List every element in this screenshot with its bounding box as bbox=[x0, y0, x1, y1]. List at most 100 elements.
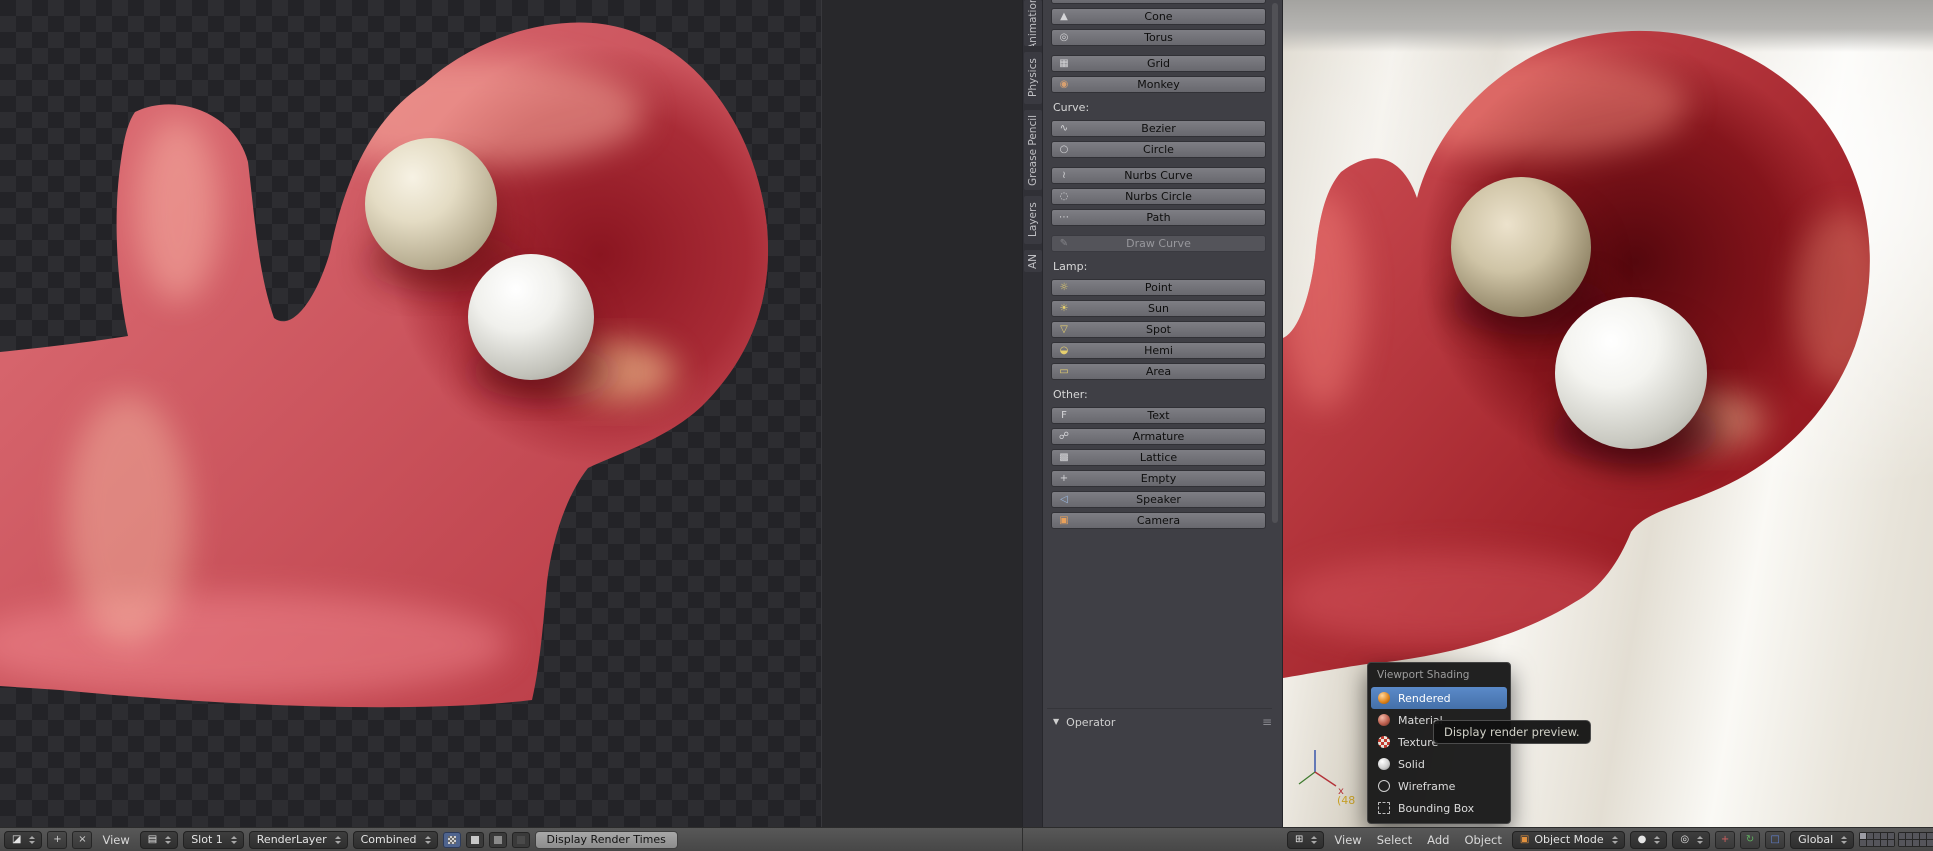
mode-selector[interactable]: ▣ Object Mode bbox=[1511, 830, 1625, 849]
shelf-scrollbar[interactable] bbox=[1272, 3, 1278, 523]
image-browse-icon: ▤ bbox=[147, 833, 158, 845]
object-menu[interactable]: Object bbox=[1459, 833, 1506, 847]
tab-physics[interactable]: Physics bbox=[1024, 52, 1042, 104]
point-lamp-button[interactable]: ☼ Point bbox=[1051, 279, 1266, 296]
lattice-button[interactable]: ▩ Lattice bbox=[1051, 449, 1266, 466]
cream-sphere-render bbox=[365, 138, 497, 270]
transform-orientation-selector[interactable]: Global bbox=[1790, 830, 1855, 849]
manipulator-rotate-toggle[interactable]: ↻ bbox=[1740, 830, 1761, 849]
tab-grease-pencil[interactable]: Grease Pencil bbox=[1024, 110, 1042, 190]
white-sphere-object[interactable] bbox=[1555, 297, 1707, 449]
shading-option-rendered[interactable]: Rendered bbox=[1371, 687, 1507, 709]
torus-button[interactable]: ◎ Torus bbox=[1051, 29, 1266, 46]
path-button[interactable]: ⋯ Path bbox=[1051, 209, 1266, 226]
hemi-lamp-button[interactable]: ◒ Hemi bbox=[1051, 342, 1266, 359]
beige-sphere-object[interactable] bbox=[1451, 177, 1591, 317]
image-browse-selector[interactable]: ▤ bbox=[139, 830, 179, 849]
shading-option-wireframe[interactable]: Wireframe bbox=[1371, 775, 1507, 797]
curve-section-label: Curve: bbox=[1053, 101, 1090, 114]
speaker-icon: ◁ bbox=[1060, 493, 1068, 505]
manipulator-translate-toggle[interactable]: + bbox=[1715, 830, 1736, 849]
armature-button[interactable]: ☍ Armature bbox=[1051, 428, 1266, 445]
editor-type-selector[interactable]: ⊞ bbox=[1287, 830, 1325, 849]
nurbs-circle-button[interactable]: ◌ Nurbs Circle bbox=[1051, 188, 1266, 205]
tab-animation[interactable]: Animation bbox=[1024, 0, 1042, 46]
draw-curve-button: ✎ Draw Curve bbox=[1051, 235, 1266, 252]
area-lamp-button[interactable]: ▭ Area bbox=[1051, 363, 1266, 380]
viewport-3d[interactable]: x (48 Viewport Shading Rendered Material… bbox=[1282, 0, 1933, 827]
bezier-button[interactable]: ∿ Bezier bbox=[1051, 120, 1266, 137]
tooltip: Display render preview. bbox=[1433, 720, 1591, 744]
sun-lamp-button[interactable]: ☀ Sun bbox=[1051, 300, 1266, 317]
color-alpha-channel-toggle[interactable] bbox=[442, 831, 461, 848]
dropdown-chevron-icon bbox=[1841, 835, 1848, 844]
manipulator-scale-toggle[interactable]: □ bbox=[1765, 830, 1786, 849]
empty-button[interactable]: + Empty bbox=[1051, 470, 1266, 487]
sun-lamp-icon: ☀ bbox=[1059, 302, 1069, 314]
camera-button[interactable]: ▣ Camera bbox=[1051, 512, 1266, 529]
material-shading-icon bbox=[1378, 714, 1390, 726]
operator-panel-header[interactable]: ▼ Operator ≡ bbox=[1053, 712, 1272, 732]
viewport-shading-selector[interactable]: ● bbox=[1629, 830, 1668, 849]
tab-an[interactable]: AN bbox=[1024, 250, 1042, 272]
render-layer-selector[interactable]: RenderLayer bbox=[248, 830, 348, 849]
add-menu[interactable]: Add bbox=[1422, 833, 1454, 847]
slot-selector[interactable]: Slot 1 bbox=[183, 830, 244, 849]
nurbs-curve-button[interactable]: ≀ Nurbs Curve bbox=[1051, 167, 1266, 184]
armature-icon: ☍ bbox=[1058, 430, 1070, 442]
cone-icon: ▲ bbox=[1060, 10, 1068, 22]
object-mode-cube-icon: ▣ bbox=[1519, 833, 1530, 845]
scale-manipulator-icon: □ bbox=[1770, 833, 1780, 845]
display-render-times-button[interactable]: Display Render Times bbox=[534, 830, 678, 849]
spot-lamp-button[interactable]: ▽ Spot bbox=[1051, 321, 1266, 338]
image-editor-area[interactable] bbox=[0, 0, 1022, 827]
bezier-curve-icon: ∿ bbox=[1059, 122, 1069, 134]
view-menu[interactable]: View bbox=[97, 833, 134, 847]
render-pass-selector[interactable]: Combined bbox=[352, 830, 438, 849]
view-menu[interactable]: View bbox=[1329, 833, 1366, 847]
translate-manipulator-icon: + bbox=[1720, 833, 1730, 845]
x-icon: × bbox=[78, 833, 87, 845]
partial-button[interactable] bbox=[1051, 0, 1266, 4]
path-curve-icon: ⋯ bbox=[1059, 211, 1069, 223]
circle-button[interactable]: ○ Circle bbox=[1051, 141, 1266, 158]
z-channel-toggle[interactable] bbox=[511, 831, 530, 848]
layer-grid-left[interactable] bbox=[1859, 832, 1896, 847]
image-editor-header: ◪ + × View ▤ Slot 1 RenderLayer Combined… bbox=[0, 827, 1022, 851]
select-menu[interactable]: Select bbox=[1372, 833, 1417, 847]
shading-option-bounding-box[interactable]: Bounding Box bbox=[1371, 797, 1507, 819]
pivot-point-selector[interactable]: ◎ bbox=[1672, 830, 1711, 849]
other-section-label: Other: bbox=[1053, 388, 1088, 401]
shading-sphere-icon: ● bbox=[1637, 833, 1647, 845]
color-channel-toggle[interactable] bbox=[465, 831, 484, 848]
pivot-point-icon: ◎ bbox=[1680, 833, 1690, 845]
monkey-button[interactable]: ◉ Monkey bbox=[1051, 76, 1266, 93]
plus-icon-button[interactable]: + bbox=[47, 830, 68, 849]
render-result-image[interactable] bbox=[0, 0, 822, 827]
dropdown-chevron-icon bbox=[230, 835, 237, 844]
editor-type-selector[interactable]: ◪ bbox=[4, 830, 43, 849]
grid-button[interactable]: ▦ Grid bbox=[1051, 55, 1266, 72]
torus-icon: ◎ bbox=[1059, 31, 1069, 43]
wireframe-shading-icon bbox=[1378, 780, 1390, 792]
white-sphere-render bbox=[468, 254, 594, 380]
speaker-button[interactable]: ◁ Speaker bbox=[1051, 491, 1266, 508]
text-button[interactable]: F Text bbox=[1051, 407, 1266, 424]
x-axis-line bbox=[1314, 771, 1337, 787]
draw-curve-icon: ✎ bbox=[1059, 237, 1069, 249]
shading-option-solid[interactable]: Solid bbox=[1371, 753, 1507, 775]
viewport-editor-icon: ⊞ bbox=[1295, 833, 1304, 845]
layers-widget[interactable] bbox=[1859, 832, 1933, 847]
panel-drag-icon[interactable]: ≡ bbox=[1262, 715, 1272, 729]
tool-shelf-panels: ▲ Cone ◎ Torus ▦ Grid ◉ Monkey Curve: ∿ Bezie… bbox=[1043, 0, 1282, 827]
alpha-channel-toggle[interactable] bbox=[488, 831, 507, 848]
alpha-channel-icon bbox=[493, 835, 502, 844]
y-axis-line bbox=[1298, 771, 1316, 785]
color-alpha-channel-icon bbox=[447, 835, 456, 844]
close-icon-button[interactable]: × bbox=[72, 830, 93, 849]
layer-grid-right[interactable] bbox=[1898, 832, 1933, 847]
tab-layers[interactable]: Layers bbox=[1024, 196, 1042, 244]
cone-button[interactable]: ▲ Cone bbox=[1051, 8, 1266, 25]
empty-axes-icon: + bbox=[1059, 472, 1069, 484]
monkey-icon: ◉ bbox=[1059, 78, 1069, 90]
